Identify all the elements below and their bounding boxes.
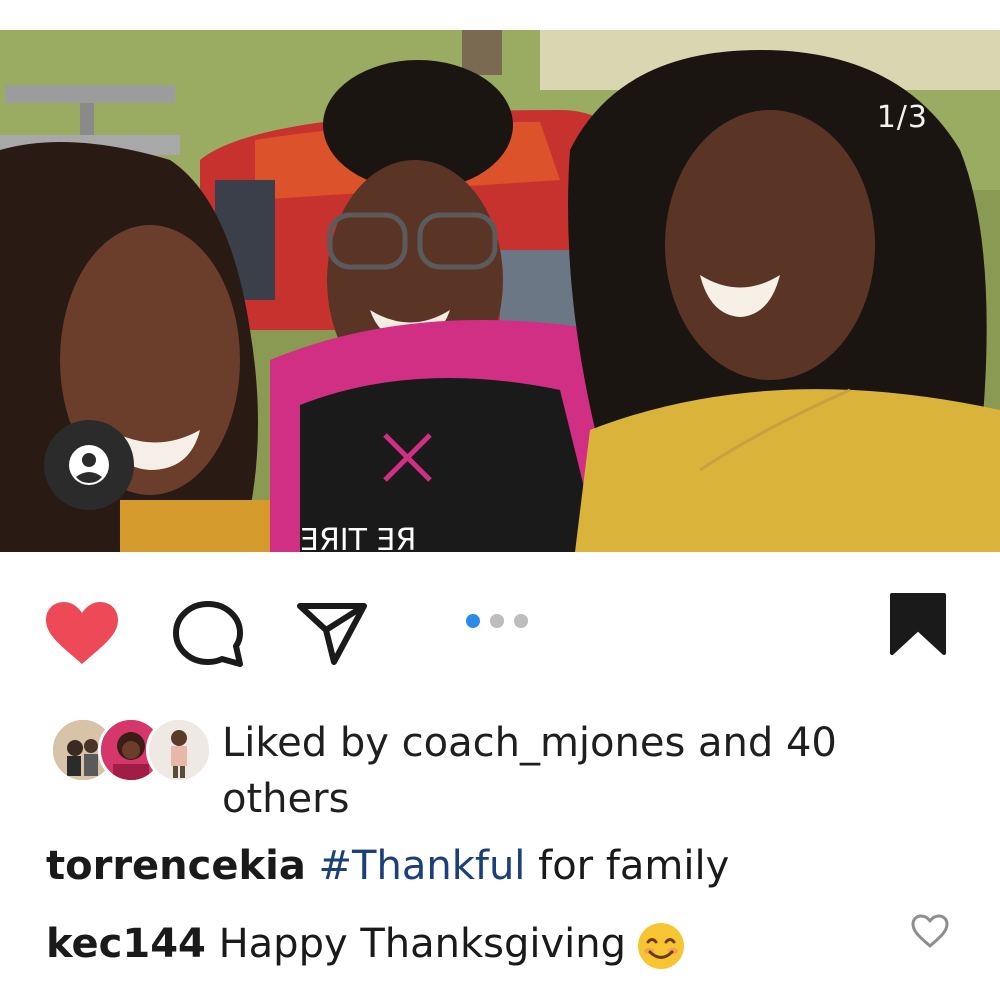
avatar bbox=[146, 717, 212, 783]
caption-username[interactable]: torrencekia bbox=[46, 843, 306, 889]
liker-avatars bbox=[50, 715, 212, 785]
caption-hashtag[interactable]: #Thankful bbox=[319, 843, 526, 889]
post-caption: torrencekia #Thankful for family bbox=[46, 840, 729, 892]
carousel-dot-active bbox=[466, 614, 480, 628]
carousel-dot bbox=[490, 614, 504, 628]
bookmark-filled-icon bbox=[890, 593, 946, 655]
like-button[interactable] bbox=[44, 600, 120, 670]
share-button[interactable] bbox=[296, 600, 368, 670]
svg-text:ƎЯIT ƎЯ: ƎЯIT ƎЯ bbox=[300, 523, 416, 552]
comment-like-button[interactable] bbox=[910, 913, 950, 953]
carousel-dot bbox=[514, 614, 528, 628]
caption-text: for family bbox=[525, 843, 730, 889]
comment-text: Happy Thanksgiving bbox=[205, 921, 627, 967]
post-photo-illustration: ƎЯIT ƎЯ bbox=[0, 30, 1000, 552]
carousel-indicator bbox=[466, 614, 528, 628]
tagged-people-button[interactable] bbox=[44, 420, 134, 510]
image-counter: 1/3 bbox=[876, 100, 928, 135]
post-image[interactable]: ƎЯIT ƎЯ 1/3 bbox=[0, 30, 1000, 552]
heart-outline-icon bbox=[911, 914, 949, 948]
comment-button[interactable] bbox=[172, 600, 244, 672]
heart-filled-icon bbox=[46, 602, 118, 664]
save-button[interactable] bbox=[888, 591, 948, 661]
send-icon bbox=[297, 603, 367, 665]
comment-row: kec144 Happy Thanksgiving bbox=[46, 918, 686, 971]
smiling-face-emoji-icon bbox=[638, 923, 685, 969]
comment-username[interactable]: kec144 bbox=[46, 921, 206, 967]
comment-icon bbox=[173, 601, 243, 667]
likes-text: Liked by coach_mjones and 40 others bbox=[222, 720, 837, 822]
person-icon bbox=[69, 445, 109, 485]
top-bar bbox=[0, 0, 1000, 30]
